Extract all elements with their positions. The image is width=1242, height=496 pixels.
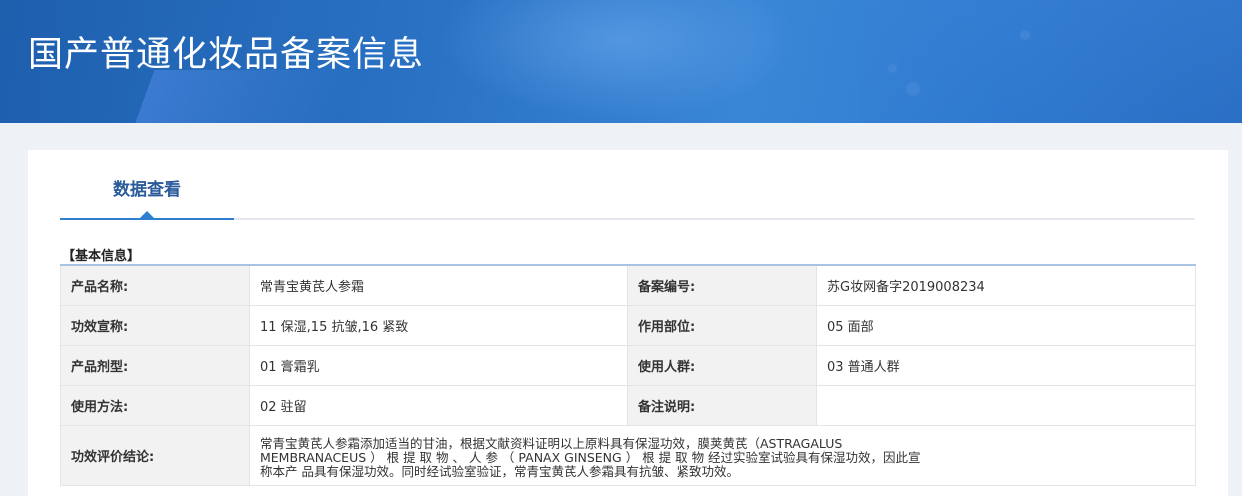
conclusion-value: 常青宝黄芪人参霜添加适当的甘油，根据文献资料证明以上原料具有保湿功效，膜荚黄芪（…	[249, 424, 1196, 486]
field-label: 备案编号:	[627, 264, 817, 306]
tab-bar: 数据查看	[60, 150, 1195, 220]
banner-decoration	[888, 64, 897, 73]
table-row: 功效宣称: 11 保湿,15 抗皱,16 紧致 作用部位: 05 面部	[60, 304, 1196, 346]
banner-decoration	[906, 82, 920, 96]
table-row: 使用方法: 02 驻留 备注说明:	[60, 384, 1196, 426]
banner-decoration	[1020, 30, 1030, 40]
conclusion-line: 常青宝黄芪人参霜添加适当的甘油，根据文献资料证明以上原料具有保湿功效，膜荚黄芪（…	[260, 436, 843, 451]
field-value: 常青宝黄芪人参霜	[249, 264, 628, 306]
tab-data-view[interactable]: 数据查看	[60, 150, 234, 220]
content-panel: 数据查看 【基本信息】 产品名称: 常青宝黄芪人参霜 备案编号: 苏G妆网备字2…	[28, 150, 1228, 496]
field-label: 产品剂型:	[60, 344, 250, 386]
table-row: 产品剂型: 01 膏霜乳 使用人群: 03 普通人群	[60, 344, 1196, 386]
conclusion-line: MEMBRANACEUS ） 根 提 取 物 、 人 参 （ PANAX GIN…	[260, 450, 921, 465]
field-value: 03 普通人群	[816, 344, 1196, 386]
page-title: 国产普通化妆品备案信息	[28, 35, 425, 75]
tab-label: 数据查看	[113, 180, 181, 200]
field-value	[816, 384, 1196, 426]
banner-decoration	[125, 70, 355, 123]
header-banner: 国产普通化妆品备案信息	[0, 0, 1242, 123]
field-label: 使用人群:	[627, 344, 817, 386]
section-title: 【基本信息】	[62, 249, 141, 264]
field-label: 使用方法:	[60, 384, 250, 426]
field-value: 02 驻留	[249, 384, 628, 426]
field-value: 苏G妆网备字2019008234	[816, 264, 1196, 306]
active-tab-indicator	[140, 211, 154, 218]
info-table: 产品名称: 常青宝黄芪人参霜 备案编号: 苏G妆网备字2019008234 功效…	[60, 264, 1196, 486]
banner-decoration	[860, 0, 1242, 123]
field-value: 05 面部	[816, 304, 1196, 346]
table-row: 产品名称: 常青宝黄芪人参霜 备案编号: 苏G妆网备字2019008234	[60, 264, 1196, 306]
field-label: 功效评价结论:	[60, 424, 250, 486]
field-value: 11 保湿,15 抗皱,16 紧致	[249, 304, 628, 346]
field-label: 备注说明:	[627, 384, 817, 426]
table-row: 功效评价结论: 常青宝黄芪人参霜添加适当的甘油，根据文献资料证明以上原料具有保湿…	[60, 424, 1196, 486]
field-label: 作用部位:	[627, 304, 817, 346]
field-value: 01 膏霜乳	[249, 344, 628, 386]
field-label: 产品名称:	[60, 264, 250, 306]
banner-decoration	[440, 0, 800, 120]
field-label: 功效宣称:	[60, 304, 250, 346]
conclusion-line: 称本产 品具有保湿功效。同时经试验室验证，常青宝黄芪人参霜具有抗皱、紧致功效。	[260, 464, 739, 479]
